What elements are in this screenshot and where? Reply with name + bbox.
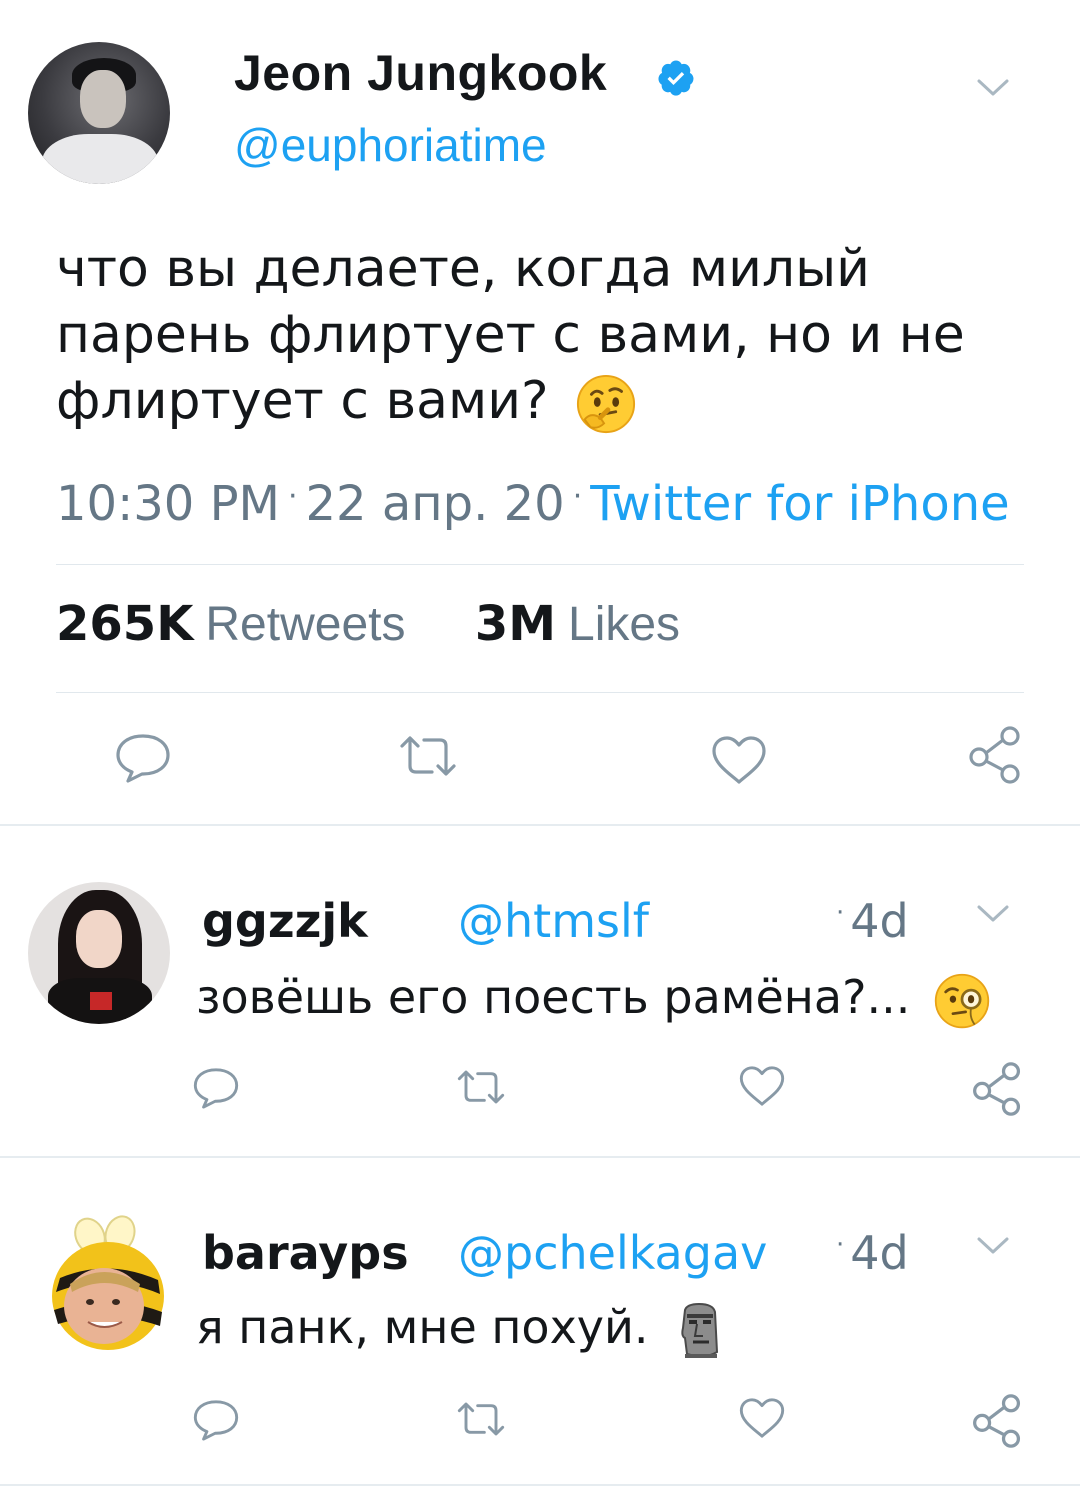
likes-count: 3M (474, 596, 556, 652)
share-icon[interactable] (966, 724, 1024, 786)
share-icon[interactable] (970, 1060, 1024, 1118)
share-icon[interactable] (970, 1392, 1024, 1450)
reply-author-name[interactable]: barayps (202, 1226, 409, 1280)
like-icon[interactable] (738, 1396, 786, 1440)
tweet-separator (0, 824, 1080, 826)
tweet-text-line: парень флиртует с вами, но и не (56, 305, 965, 365)
main-author-handle[interactable]: @euphoriatime (234, 118, 547, 172)
likes-stat[interactable]: 3M Likes (474, 596, 681, 652)
meta-separator: · (572, 479, 583, 514)
moai-icon (677, 1302, 721, 1360)
thinking-face-icon (575, 373, 637, 435)
meta-separator: · (287, 479, 298, 514)
chevron-down-icon[interactable] (976, 904, 1010, 924)
chevron-down-icon[interactable] (976, 78, 1010, 98)
tweet-text-line-last: флиртует с вами? (56, 368, 1046, 435)
main-author-avatar[interactable] (28, 42, 170, 184)
retweets-count: 265K (56, 596, 194, 652)
reply-author-handle[interactable]: @htmslf (458, 894, 649, 948)
tweet-source-link[interactable]: Twitter for iPhone (590, 476, 1009, 532)
likes-label: Likes (568, 598, 681, 651)
divider (56, 564, 1024, 565)
tweet-separator (0, 1484, 1080, 1486)
retweet-icon[interactable] (456, 1400, 506, 1438)
reply-text: зовёшь его поесть рамёна?... (196, 970, 991, 1030)
like-icon[interactable] (710, 734, 768, 786)
retweets-label: Retweets (205, 598, 406, 651)
tweet-meta: 10:30 PM · 22 апр. 20 · Twitter for iPhone (56, 476, 1010, 532)
like-icon[interactable] (738, 1064, 786, 1108)
reply-avatar[interactable] (28, 882, 170, 1024)
tweet-text-line: что вы делаете, когда милый (56, 239, 870, 299)
main-author-name[interactable]: Jeon Jungkook (234, 44, 607, 102)
retweet-icon[interactable] (398, 734, 458, 778)
reply-timestamp: · 4d (836, 894, 909, 948)
retweet-icon[interactable] (456, 1068, 506, 1106)
face-with-monocle-icon (933, 972, 991, 1030)
tweet-stats: 265K Retweets 3M Likes (56, 596, 680, 652)
reply-avatar[interactable] (46, 1214, 170, 1356)
tweet-separator (0, 1156, 1080, 1158)
reply-author-handle[interactable]: @pchelkagav (458, 1226, 767, 1280)
reply-text: я панк, мне похуй. (196, 1300, 721, 1360)
retweets-stat[interactable]: 265K Retweets (56, 596, 406, 652)
verified-badge-icon (656, 58, 696, 98)
tweet-text: что вы делаете, когда милый парень флирт… (56, 236, 1046, 435)
reply-icon[interactable] (192, 1398, 240, 1442)
tweet-date: 22 апр. 20 (305, 476, 565, 532)
divider (56, 692, 1024, 693)
reply-author-name[interactable]: ggzzjk (202, 894, 368, 948)
reply-icon[interactable] (192, 1066, 240, 1110)
tweet-time: 10:30 PM (56, 476, 280, 532)
reply-timestamp: · 4d (836, 1226, 909, 1280)
chevron-down-icon[interactable] (976, 1236, 1010, 1256)
reply-icon[interactable] (114, 732, 172, 784)
